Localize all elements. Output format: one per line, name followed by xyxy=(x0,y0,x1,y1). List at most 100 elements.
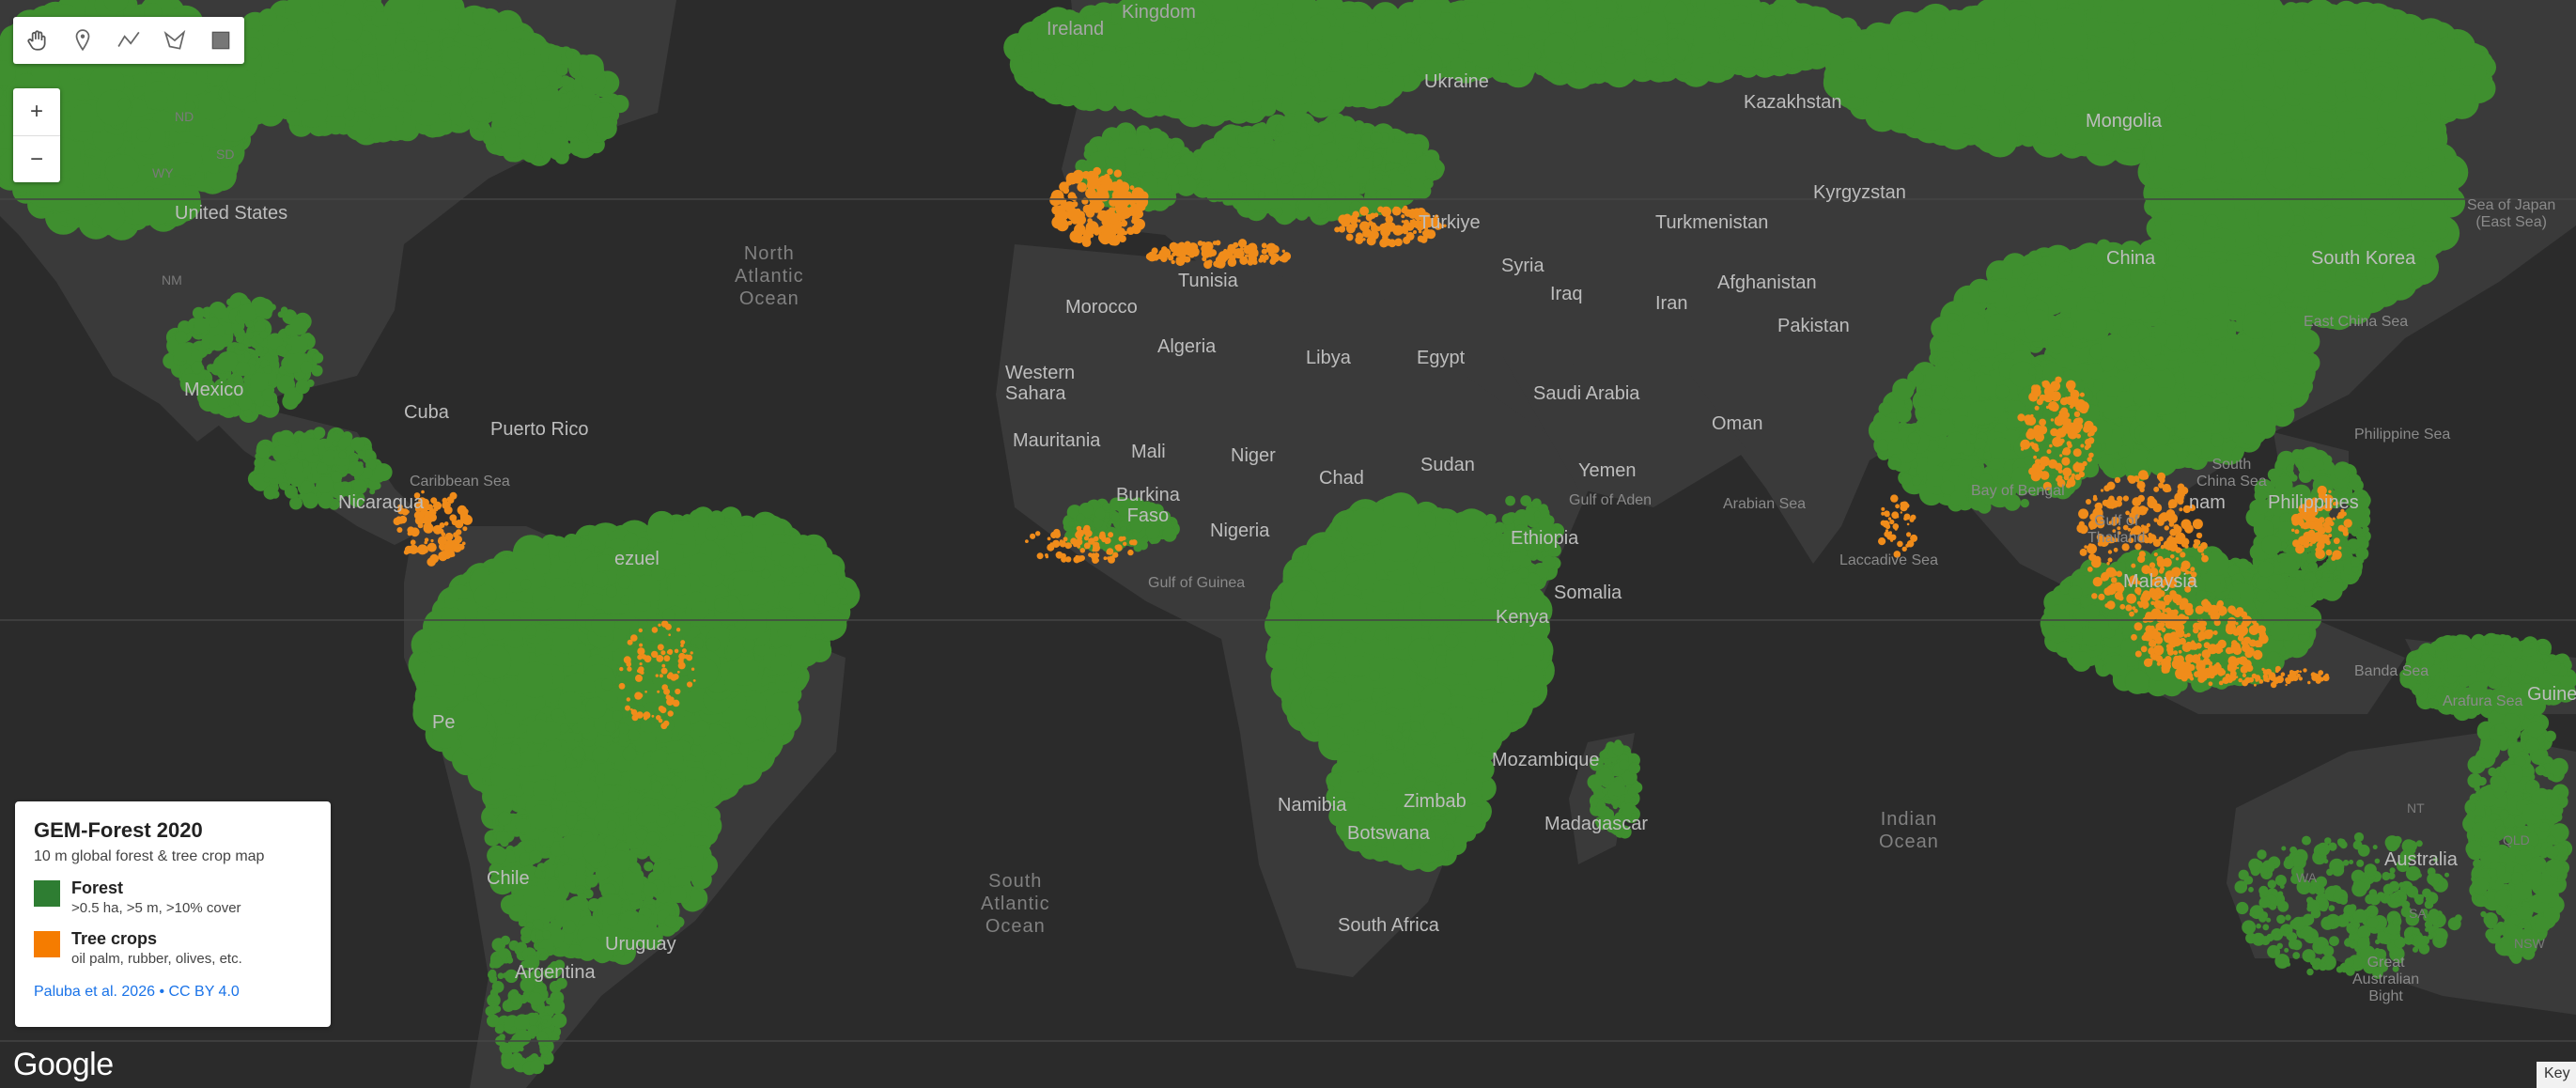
vegetation-patch xyxy=(244,101,262,119)
vegetation-patch xyxy=(216,351,238,372)
vegetation-patch xyxy=(424,655,455,686)
vegetation-patch xyxy=(477,82,494,99)
vegetation-patch xyxy=(312,352,324,364)
vegetation-patch xyxy=(136,127,151,142)
vegetation-patch xyxy=(556,64,568,76)
vegetation-patch xyxy=(258,8,277,27)
vegetation-patch xyxy=(472,7,491,26)
vegetation-patch xyxy=(413,26,429,42)
vegetation-patch xyxy=(72,84,90,101)
vegetation-patch xyxy=(361,74,371,85)
vegetation-patch xyxy=(173,342,193,362)
vegetation-patch xyxy=(272,444,291,463)
vegetation-patch xyxy=(729,709,764,744)
vegetation-patch xyxy=(535,75,550,89)
vegetation-patch xyxy=(138,188,175,225)
vegetation-patch xyxy=(277,429,295,448)
vegetation-patch xyxy=(350,437,365,451)
vegetation-patch xyxy=(519,101,534,117)
world-map[interactable] xyxy=(0,0,2576,1088)
vegetation-patch xyxy=(330,501,337,508)
vegetation-patch xyxy=(417,51,427,61)
vegetation-patch xyxy=(285,486,298,499)
vegetation-patch xyxy=(248,47,260,59)
vegetation-patch xyxy=(338,450,347,459)
vegetation-patch xyxy=(269,303,276,311)
vegetation-patch xyxy=(276,345,287,357)
vegetation-patch xyxy=(397,60,410,72)
vegetation-patch xyxy=(175,331,188,344)
vegetation-patch xyxy=(595,117,617,140)
vegetation-patch xyxy=(404,84,417,96)
vegetation-patch xyxy=(520,579,532,590)
vegetation-patch xyxy=(747,750,766,769)
vegetation-patch xyxy=(517,661,553,698)
vegetation-patch xyxy=(483,132,496,146)
vegetation-patch xyxy=(404,39,417,52)
vegetation-patch xyxy=(285,344,292,351)
vegetation-patch xyxy=(505,630,523,648)
vegetation-patch xyxy=(560,75,571,86)
vegetation-patch xyxy=(519,136,538,156)
vegetation-patch xyxy=(263,486,278,500)
vegetation-patch xyxy=(765,715,780,730)
vegetation-patch xyxy=(313,427,326,440)
vegetation-patch xyxy=(448,635,463,650)
vegetation-patch xyxy=(334,482,345,493)
vegetation-patch xyxy=(357,450,367,459)
vegetation-patch xyxy=(289,496,303,510)
vegetation-patch xyxy=(226,69,256,99)
vegetation-patch xyxy=(365,5,377,17)
vegetation-patch xyxy=(289,317,309,335)
vegetation-patch xyxy=(532,586,555,611)
vegetation-patch xyxy=(263,460,283,479)
vegetation-patch xyxy=(375,25,396,47)
vegetation-patch xyxy=(235,361,251,377)
vegetation-patch xyxy=(302,460,309,468)
vegetation-patch xyxy=(315,11,333,29)
vegetation-patch xyxy=(507,81,517,91)
vegetation-patch xyxy=(300,361,313,374)
vegetation-patch xyxy=(348,460,365,477)
vegetation-patch xyxy=(539,132,561,155)
vegetation-patch xyxy=(259,405,271,416)
vegetation-patch xyxy=(296,73,326,102)
vegetation-patch xyxy=(587,526,609,547)
vegetation-patch xyxy=(534,154,544,164)
vegetation-patch xyxy=(254,457,266,469)
vegetation-patch xyxy=(476,681,501,706)
vegetation-patch xyxy=(299,99,328,128)
vegetation-patch xyxy=(259,331,268,339)
vegetation-patch xyxy=(507,47,521,61)
vegetation-patch xyxy=(280,306,288,315)
vegetation-patch xyxy=(245,331,254,340)
vegetation-patch xyxy=(148,90,168,110)
vegetation-patch xyxy=(473,584,497,608)
vegetation-patch xyxy=(209,334,226,351)
vegetation-patch xyxy=(702,754,721,772)
vegetation-patch xyxy=(579,54,604,80)
vegetation-patch xyxy=(300,480,314,494)
vegetation-patch xyxy=(365,99,381,115)
vegetation-patch xyxy=(349,454,357,462)
vegetation-patch xyxy=(353,479,367,493)
vegetation-patch xyxy=(578,132,588,143)
vegetation-patch xyxy=(565,49,574,59)
vegetation-patch xyxy=(208,317,219,328)
vegetation-patch xyxy=(89,177,109,196)
vegetation-patch xyxy=(326,116,346,135)
vegetation-patch xyxy=(237,343,246,351)
vegetation-patch xyxy=(369,116,396,143)
vegetation-patch xyxy=(460,726,494,760)
vegetation-patch xyxy=(413,75,442,102)
vegetation-patch xyxy=(192,306,205,319)
vegetation-patch xyxy=(95,201,126,232)
vegetation-patch xyxy=(304,333,312,340)
vegetation-patch xyxy=(534,100,560,126)
vegetation-patch xyxy=(255,345,264,354)
vegetation-patch xyxy=(239,303,256,322)
vegetation-patch xyxy=(117,98,131,111)
vegetation-patch xyxy=(343,108,355,121)
vegetation-patch xyxy=(477,120,489,132)
vegetation-patch xyxy=(332,440,339,447)
